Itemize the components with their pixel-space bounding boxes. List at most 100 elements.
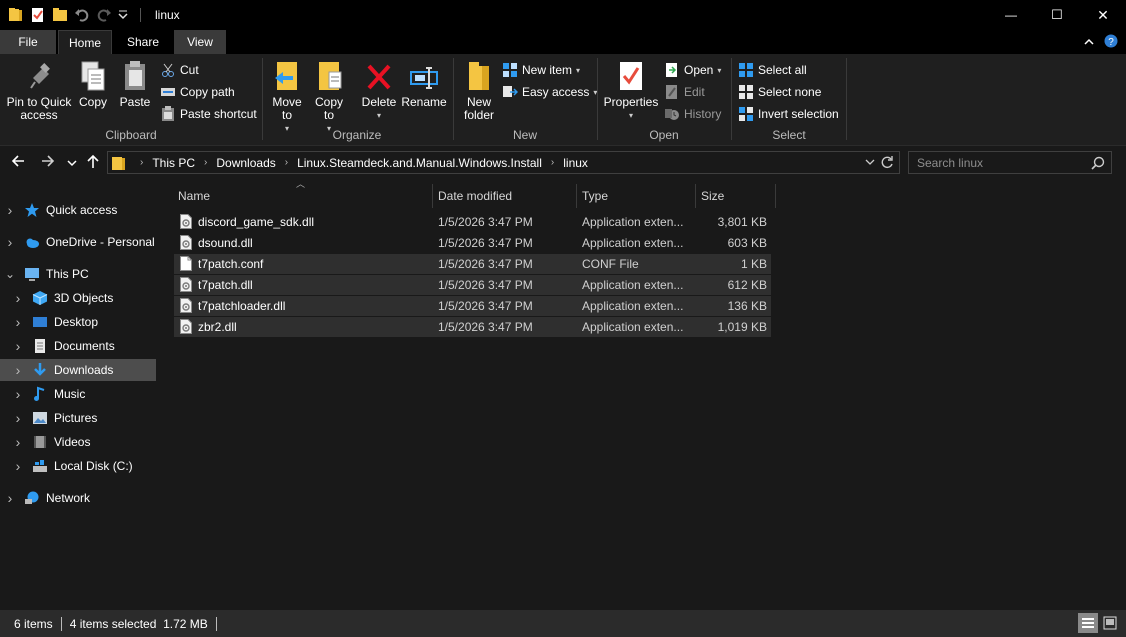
breadcrumb-this-pc[interactable]: This PC — [152, 156, 195, 170]
nav-item-network[interactable]: › Network — [0, 487, 156, 509]
breadcrumb-separator: › — [284, 157, 289, 168]
search-input[interactable] — [917, 155, 1087, 170]
breadcrumb-linux[interactable]: linux — [563, 156, 588, 170]
chevron-right-icon[interactable]: › — [12, 363, 24, 377]
column-header-type[interactable]: Type — [576, 184, 695, 208]
status-separator — [215, 616, 217, 631]
delete-dropdown-icon: ▾ — [376, 111, 381, 120]
nav-item-label: Desktop — [54, 315, 99, 329]
nav-item-local-disk-c[interactable]: › Local Disk (C:) — [0, 455, 156, 477]
maximize-button[interactable]: ☐ — [1034, 0, 1080, 30]
nav-item-quick-access[interactable]: › Quick access — [0, 199, 156, 221]
chevron-down-icon[interactable]: ⌄ — [4, 268, 16, 280]
chevron-right-icon[interactable]: › — [12, 291, 24, 305]
breadcrumb-install-folder[interactable]: Linux.Steamdeck.and.Manual.Windows.Insta… — [297, 156, 542, 170]
column-header-name[interactable]: Name — [172, 184, 432, 208]
tab-file[interactable]: File — [0, 30, 56, 54]
tab-view[interactable]: View — [174, 30, 226, 54]
breadcrumb-downloads[interactable]: Downloads — [216, 156, 275, 170]
paste-icon — [119, 58, 151, 92]
new-folder-icon[interactable] — [52, 7, 68, 23]
pin-to-quick-access-button[interactable]: Pin to Quick access — [6, 58, 72, 122]
chevron-right-icon[interactable]: › — [12, 459, 24, 473]
select-none-button[interactable]: Select none — [738, 82, 821, 102]
chevron-right-icon[interactable]: › — [12, 435, 24, 449]
chevron-right-icon[interactable]: › — [12, 387, 24, 401]
close-button[interactable]: ✕ — [1080, 0, 1126, 30]
properties-icon[interactable] — [30, 7, 46, 23]
new-folder-button[interactable]: New folder — [460, 58, 498, 122]
file-row[interactable]: t7patch.conf 1/5/2026 3:47 PM CONF File 1 K… — [174, 254, 771, 274]
customize-toolbar-icon[interactable] — [118, 7, 128, 23]
file-row[interactable]: dsound.dll 1/5/2026 3:47 PM Application ex… — [174, 233, 771, 253]
nav-item-desktop[interactable]: › Desktop — [0, 311, 156, 333]
nav-item-videos[interactable]: › Videos — [0, 431, 156, 453]
select-all-button[interactable]: Select all — [738, 60, 807, 80]
chevron-right-icon[interactable]: › — [4, 491, 16, 505]
copy-to-button[interactable]: Copy to ▾ — [311, 58, 347, 135]
tab-home[interactable]: Home — [58, 30, 112, 54]
nav-item-documents[interactable]: › Documents — [0, 335, 156, 357]
recent-locations-button[interactable] — [67, 155, 77, 171]
copy-path-icon — [160, 84, 176, 100]
tab-share[interactable]: Share — [116, 30, 170, 54]
forward-button[interactable] — [40, 153, 56, 172]
nav-item-downloads[interactable]: › Downloads — [0, 359, 156, 381]
move-to-button[interactable]: Move to ▾ — [269, 58, 305, 135]
cut-button[interactable]: Cut — [160, 60, 199, 80]
file-date-modified: 1/5/2026 3:47 PM — [438, 278, 533, 292]
nav-item-music[interactable]: › Music — [0, 383, 156, 405]
file-row[interactable]: t7patch.dll 1/5/2026 3:47 PM Application e… — [174, 275, 771, 295]
refresh-icon[interactable] — [880, 155, 894, 172]
chevron-right-icon[interactable]: › — [4, 203, 16, 217]
nav-item-onedrive-personal[interactable]: › OneDrive - Personal — [0, 231, 156, 253]
open-dropdown-icon: ▾ — [717, 65, 722, 75]
select-none-label: Select none — [758, 85, 822, 99]
pictures-icon — [32, 410, 48, 426]
file-row[interactable]: zbr2.dll 1/5/2026 3:47 PM Application exte… — [174, 317, 771, 337]
properties-button[interactable]: Properties ▾ — [604, 58, 658, 122]
paste-shortcut-button[interactable]: Paste shortcut — [160, 104, 257, 124]
nav-item-this-pc[interactable]: ⌄ This PC — [0, 263, 156, 285]
details-view-button[interactable] — [1078, 613, 1098, 633]
delete-button[interactable]: Delete ▾ — [359, 58, 399, 122]
copy-button[interactable]: Copy — [76, 58, 110, 109]
help-icon[interactable]: ? — [1104, 34, 1118, 51]
column-header-size[interactable]: Size — [695, 184, 775, 208]
breadcrumb-separator: › — [550, 157, 555, 168]
nav-item-3d-objects[interactable]: › 3D Objects — [0, 287, 156, 309]
paste-button[interactable]: Paste — [116, 58, 154, 109]
column-header-date-modified[interactable]: Date modified — [432, 184, 576, 208]
minimize-button[interactable]: — — [988, 0, 1034, 30]
title-bar: linux — ☐ ✕ — [0, 0, 1126, 30]
edit-button[interactable]: Edit — [664, 82, 705, 102]
redo-icon[interactable] — [96, 7, 112, 23]
desktop-icon — [32, 314, 48, 330]
file-row[interactable]: t7patchloader.dll 1/5/2026 3:47 PM Applica… — [174, 296, 771, 316]
easy-access-button[interactable]: Easy access ▾ — [502, 82, 597, 102]
column-separator[interactable] — [775, 184, 776, 208]
chevron-right-icon[interactable]: › — [12, 339, 24, 353]
back-button[interactable] — [10, 153, 26, 172]
scissors-icon — [160, 62, 176, 78]
file-name: t7patch.conf — [198, 257, 264, 271]
rename-button[interactable]: Rename — [401, 58, 447, 109]
file-row[interactable]: discord_game_sdk.dll 1/5/2026 3:47 PM Appl… — [174, 212, 771, 232]
history-button[interactable]: History — [664, 104, 721, 124]
new-item-button[interactable]: New item ▾ — [502, 60, 580, 80]
address-dropdown-icon[interactable] — [865, 156, 875, 170]
open-button[interactable]: Open ▾ — [664, 60, 721, 80]
chevron-right-icon[interactable]: › — [12, 411, 24, 425]
chevron-right-icon[interactable]: › — [12, 315, 24, 329]
nav-item-pictures[interactable]: › Pictures — [0, 407, 156, 429]
forward-arrow-icon — [42, 155, 55, 167]
chevron-right-icon[interactable]: › — [4, 235, 16, 249]
undo-icon[interactable] — [74, 7, 90, 23]
search-icon[interactable] — [1091, 156, 1105, 173]
address-bar[interactable]: › This PC › Downloads › Linux.Steamdeck.… — [107, 151, 900, 174]
invert-selection-button[interactable]: Invert selection — [738, 104, 839, 124]
collapse-ribbon-icon[interactable] — [1084, 36, 1094, 50]
copy-path-button[interactable]: Copy path — [160, 82, 235, 102]
large-icons-view-button[interactable] — [1100, 613, 1120, 633]
up-button[interactable] — [86, 153, 100, 172]
